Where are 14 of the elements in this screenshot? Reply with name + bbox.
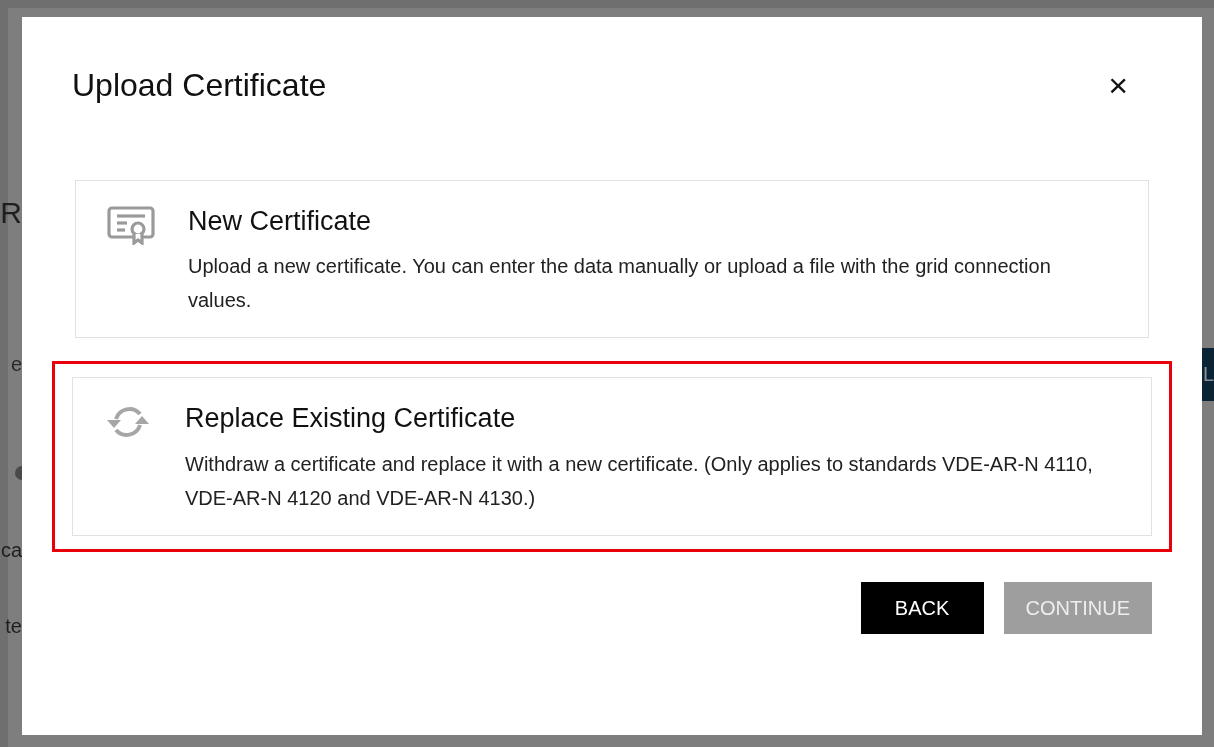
option-title: New Certificate [188, 205, 373, 238]
background-text: e [10, 354, 22, 374]
background-text: te [5, 616, 22, 636]
background-text: ca [0, 540, 22, 560]
option-card[interactable]: New Certificate Upload a new certificate. You can enter the data manually or upload a file with the grid connection values. [75, 180, 1149, 339]
option-card[interactable]: Replace Existing Certificate Withdraw a certificate and replace it with a new certificate. (Only applies to standards VDE-AR-N 4110, VDE-AR-N 4120 and VDE-AR-N 4130.) [72, 377, 1152, 536]
option-description: Withdraw a certificate and replace it with a new certificate. (Only applies to standards VDE-AR-N 4110, VDE-AR-N 4120 and VDE-AR-N 4130.) [185, 451, 1094, 511]
option-title: Replace Existing Certificate [185, 402, 517, 435]
certificate-icon [106, 205, 156, 245]
close-button[interactable]: × [1100, 68, 1136, 102]
background-text: R [0, 198, 22, 228]
dialog-title: Upload Certificate [72, 65, 327, 105]
option-description: Upload a new certificate. You can enter the data manually or upload a file with the grid connection values. [188, 254, 1052, 314]
back-button[interactable]: BACK [860, 581, 984, 634]
